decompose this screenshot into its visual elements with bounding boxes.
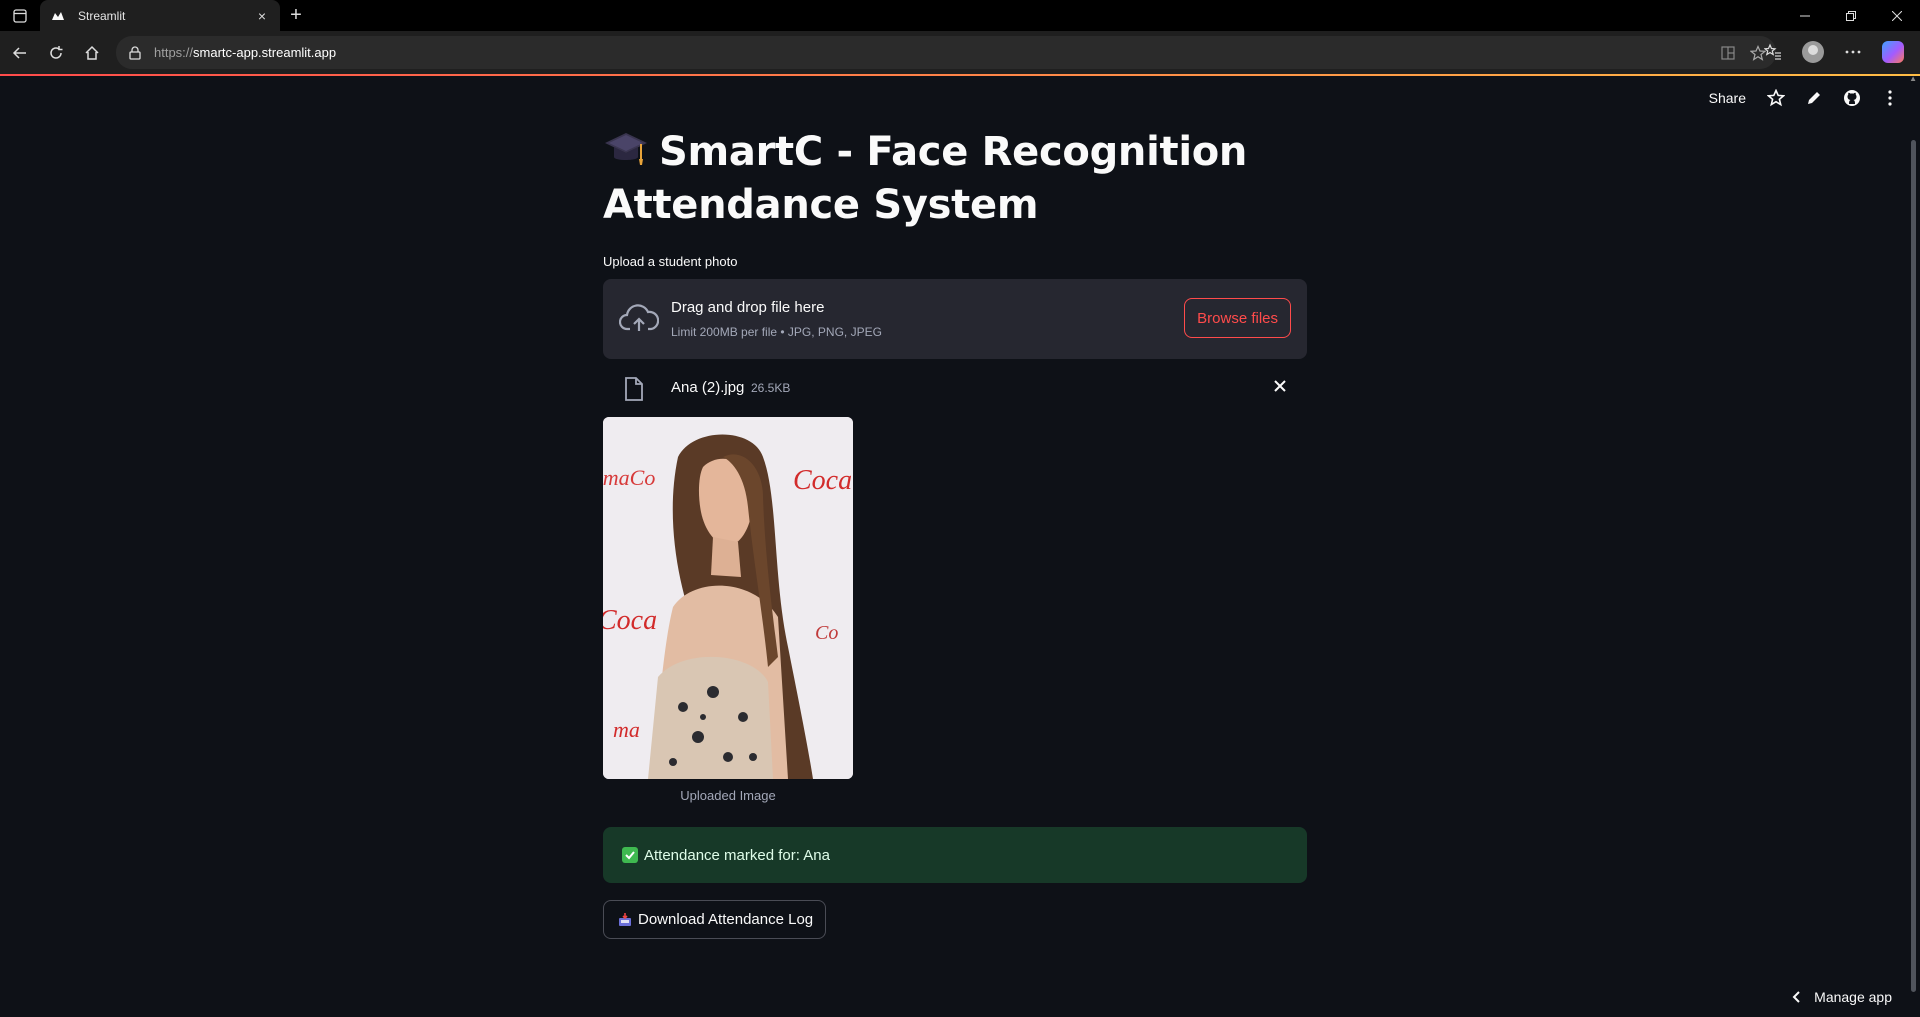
tab-close-icon[interactable]: × <box>254 8 270 24</box>
streamlit-favicon-icon <box>50 8 66 24</box>
uploaded-file-name: Ana (2).jpg <box>671 379 745 396</box>
dropzone-instructions: Drag and drop file here <box>671 299 825 316</box>
copilot-icon <box>1882 41 1904 63</box>
scroll-up-arrow-icon[interactable]: ▲ <box>1909 74 1917 83</box>
tab-actions-button[interactable] <box>0 0 40 31</box>
uploaded-file-size: 26.5KB <box>751 381 791 395</box>
tab-title: Streamlit <box>78 8 126 23</box>
file-dropzone[interactable]: Drag and drop file here Limit 200MB per … <box>603 279 1307 359</box>
github-icon[interactable] <box>1842 88 1862 108</box>
download-button-label: Download Attendance Log <box>638 911 814 928</box>
main-content: SmartC - Face Recognition Attendance Sys… <box>603 126 1307 939</box>
svg-text:ma: ma <box>613 717 640 742</box>
more-options-icon[interactable] <box>1836 35 1870 69</box>
avatar-icon <box>1802 41 1824 63</box>
uploader-label: Upload a student photo <box>603 254 738 269</box>
remove-file-icon[interactable] <box>1273 379 1289 395</box>
cloud-upload-icon <box>618 303 660 335</box>
browse-files-button[interactable]: Browse files <box>1184 298 1291 338</box>
profile-avatar[interactable] <box>1796 35 1830 69</box>
share-button[interactable]: Share <box>1709 90 1746 106</box>
page-title: SmartC - Face Recognition Attendance Sys… <box>603 126 1307 232</box>
file-icon <box>625 377 643 401</box>
download-attendance-log-button[interactable]: Download Attendance Log <box>603 900 827 939</box>
app-viewport: Share ▲ SmartC - Face Recognition Attend… <box>0 74 1920 1017</box>
header-decoration-line <box>0 74 1920 76</box>
tab-actions-icon <box>13 8 27 23</box>
dropzone-limit-text: Limit 200MB per file • JPG, PNG, JPEG <box>671 325 882 339</box>
checkmark-icon <box>622 847 638 863</box>
svg-text:Coca: Coca <box>603 605 657 636</box>
url-text: https://smartc-app.streamlit.app <box>154 45 337 60</box>
main-menu-icon[interactable] <box>1880 88 1900 108</box>
close-window-icon[interactable] <box>1874 0 1920 31</box>
address-bar[interactable]: https://smartc-app.streamlit.app <box>116 36 1776 69</box>
chevron-left-icon <box>1792 991 1800 1003</box>
svg-text:emaCo: emaCo <box>603 465 655 490</box>
new-tab-button[interactable]: + <box>280 0 312 31</box>
graduation-cap-icon <box>603 129 649 169</box>
inbox-tray-icon <box>618 912 632 927</box>
uploaded-photo: emaCo Coca Coca Co ma <box>603 417 853 779</box>
browser-tab-bar: Streamlit × + <box>0 0 1920 31</box>
app-header-toolbar: Share <box>1709 88 1900 108</box>
toolbar-right-actions <box>1756 35 1910 69</box>
success-alert-text: Attendance marked for: Ana <box>644 846 830 864</box>
browser-toolbar: https://smartc-app.streamlit.app <box>0 31 1920 74</box>
favorites-icon[interactable] <box>1756 35 1790 69</box>
browser-tab[interactable]: Streamlit × <box>40 0 280 31</box>
manage-app-label: Manage app <box>1814 989 1892 1005</box>
svg-text:Co: Co <box>815 622 838 644</box>
manage-app-button[interactable]: Manage app <box>1792 989 1892 1005</box>
refresh-icon[interactable] <box>38 35 74 71</box>
uploaded-file-row: Ana (2).jpg 26.5KB <box>603 359 1307 417</box>
success-alert: Attendance marked for: Ana <box>603 827 1307 883</box>
restore-icon[interactable] <box>1828 0 1874 31</box>
page-title-text: SmartC - Face Recognition Attendance Sys… <box>603 129 1248 228</box>
image-caption: Uploaded Image <box>680 788 776 803</box>
copilot-button[interactable] <box>1876 35 1910 69</box>
scrollbar-thumb[interactable] <box>1911 140 1916 992</box>
minimize-icon[interactable] <box>1782 0 1828 31</box>
back-icon[interactable] <box>2 35 38 71</box>
split-screen-icon[interactable] <box>1720 45 1736 61</box>
edit-pencil-icon[interactable] <box>1804 88 1824 108</box>
svg-text:Coca: Coca <box>793 465 852 496</box>
lock-icon <box>128 45 144 61</box>
window-controls <box>1782 0 1920 31</box>
star-icon[interactable] <box>1766 88 1786 108</box>
home-icon[interactable] <box>74 35 110 71</box>
